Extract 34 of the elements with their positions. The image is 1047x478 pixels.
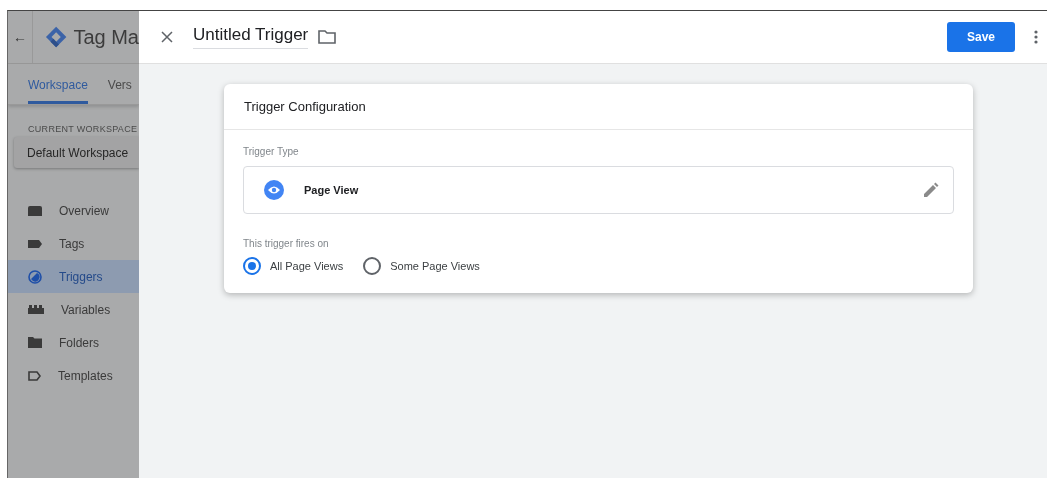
radio-option[interactable]: All Page Views xyxy=(243,257,344,275)
more-menu-icon[interactable] xyxy=(1034,30,1038,44)
nav-item[interactable]: Templates xyxy=(8,359,139,392)
nav-item[interactable]: Folders xyxy=(8,326,139,359)
back-button[interactable]: ← xyxy=(8,11,34,63)
diamond-logo-icon xyxy=(45,25,68,49)
blocks-icon xyxy=(28,305,44,314)
radio-icon[interactable] xyxy=(243,257,261,275)
tab[interactable]: Workspace xyxy=(28,64,88,104)
radio-option[interactable]: Some Page Views xyxy=(363,257,480,275)
label-outline-icon xyxy=(28,370,41,381)
close-icon[interactable] xyxy=(161,31,173,43)
folder-icon[interactable] xyxy=(318,30,337,44)
trigger-type-selector[interactable]: Page View xyxy=(243,166,954,214)
pencil-icon[interactable] xyxy=(923,182,939,198)
overview-icon xyxy=(28,205,42,216)
tag-icon xyxy=(28,239,42,248)
field-label: Trigger Type xyxy=(243,146,300,157)
folder-icon xyxy=(28,337,42,348)
nav-item[interactable]: Tags xyxy=(8,227,139,260)
field-label: This trigger fires on xyxy=(243,238,330,249)
trigger-name-field[interactable]: Untitled Trigger xyxy=(193,25,309,49)
trigger-icon xyxy=(28,269,42,284)
save-button[interactable]: Save xyxy=(947,22,1015,52)
workspace-selector[interactable]: Default Workspace xyxy=(14,137,139,168)
nav-item[interactable]: Variables xyxy=(8,293,139,326)
tab[interactable]: Vers xyxy=(107,64,132,104)
eye-icon xyxy=(264,180,284,200)
app-title: Tag Ma xyxy=(73,25,139,49)
card-title: Trigger Configuration xyxy=(224,84,973,130)
nav-item[interactable]: Overview xyxy=(8,194,139,227)
nav-item[interactable]: Triggers xyxy=(8,260,139,293)
section-label: CURRENT WORKSPACE xyxy=(28,124,139,134)
radio-icon[interactable] xyxy=(363,257,382,275)
